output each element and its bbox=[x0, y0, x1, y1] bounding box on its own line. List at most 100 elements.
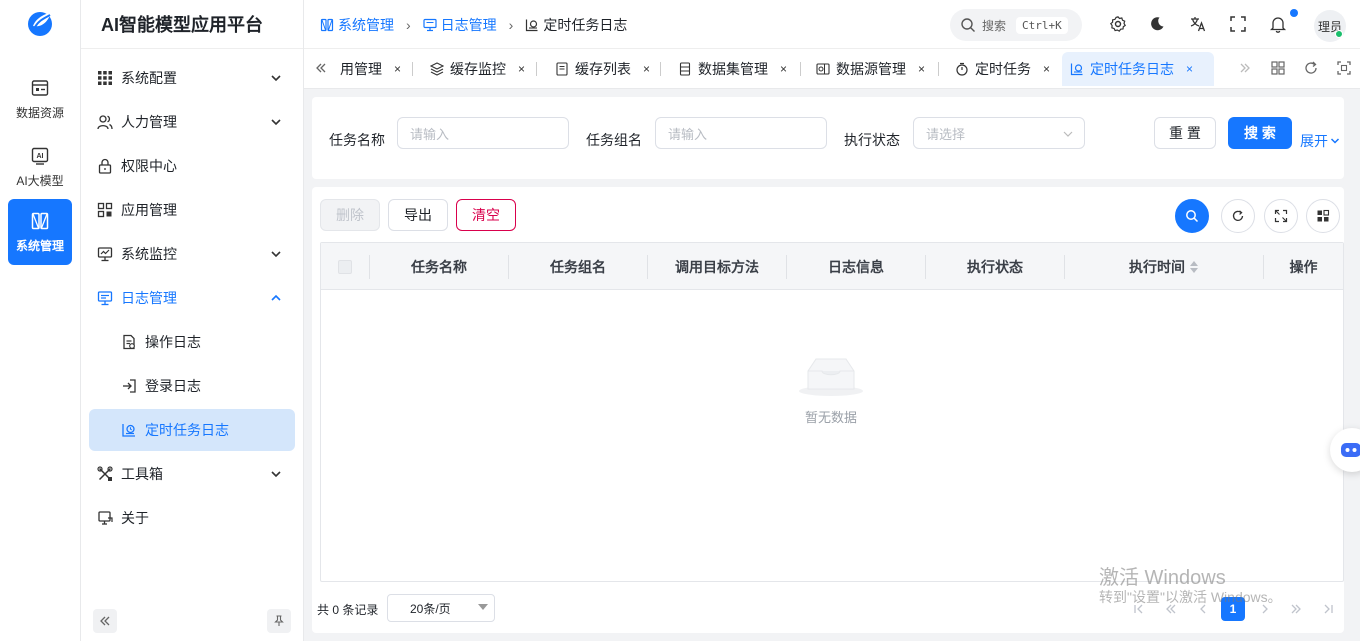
search-button[interactable]: 搜 索 bbox=[1228, 117, 1292, 149]
tabs-scroll-left-icon[interactable] bbox=[313, 60, 329, 76]
task-group-placeholder: 请输入 bbox=[668, 126, 708, 142]
search-icon bbox=[1186, 210, 1199, 223]
filter-form: 任务名称 请输入 任务组名 请输入 执行状态 请选择 重 置 搜 索 展开 bbox=[312, 97, 1344, 179]
tabs-scroll-right-icon[interactable] bbox=[1237, 60, 1253, 76]
tab-close-icon[interactable]: × bbox=[643, 62, 650, 76]
column-header-task-group[interactable]: 任务组名 bbox=[509, 243, 647, 290]
menu-item-schedule-log[interactable]: 定时任务日志 bbox=[89, 409, 295, 451]
refresh-tab-icon[interactable] bbox=[1303, 60, 1319, 76]
menu-item-apps[interactable]: 应用管理 bbox=[89, 189, 295, 231]
column-header-task-name[interactable]: 任务名称 bbox=[370, 243, 508, 290]
clear-button[interactable]: 清空 bbox=[456, 199, 516, 231]
tab-close-icon[interactable]: × bbox=[518, 62, 525, 76]
tab-close-icon[interactable]: × bbox=[1043, 62, 1050, 76]
tabs-overview-icon[interactable] bbox=[1270, 60, 1286, 76]
tab-datasource-management[interactable]: 数据源管理 × bbox=[808, 52, 933, 86]
tab-app-management[interactable]: 用管理 × bbox=[332, 52, 409, 86]
chatbot-icon bbox=[1341, 443, 1360, 457]
fullscreen-icon[interactable] bbox=[1229, 15, 1247, 33]
chevron-down-icon bbox=[1330, 138, 1340, 144]
column-header-invoke-target[interactable]: 调用目标方法 bbox=[648, 243, 786, 290]
menu-item-system-config[interactable]: 系统配置 bbox=[89, 57, 295, 99]
task-name-label: 任务名称 bbox=[329, 132, 385, 148]
rail-label: 系统管理 bbox=[15, 238, 64, 253]
menu-label: 应用管理 bbox=[121, 202, 177, 218]
menu-item-system-monitor[interactable]: 系统监控 bbox=[89, 233, 295, 275]
menu-item-hr[interactable]: 人力管理 bbox=[89, 101, 295, 143]
tab-label: 定时任务 bbox=[975, 61, 1031, 77]
search-label: 搜索 bbox=[982, 18, 1007, 33]
schedule-log-icon bbox=[122, 424, 135, 437]
column-header-label: 执行时间 bbox=[1129, 258, 1185, 275]
tab-dataset-management[interactable]: 数据集管理 × bbox=[670, 52, 795, 86]
dark-mode-moon-icon[interactable] bbox=[1148, 15, 1166, 33]
status-select[interactable]: 请选择 bbox=[913, 117, 1085, 149]
page-size-select[interactable]: 20条/页 bbox=[387, 594, 495, 622]
column-settings-button[interactable] bbox=[1306, 199, 1340, 233]
menu-item-permissions[interactable]: 权限中心 bbox=[89, 145, 295, 187]
windows-activation-hint: 转到"设置"以激活 Windows。 bbox=[1099, 589, 1282, 605]
settings-gear-icon[interactable] bbox=[1109, 15, 1127, 33]
rail-item-system-management[interactable]: 系统管理 bbox=[8, 199, 72, 265]
column-header-log-message[interactable]: 日志信息 bbox=[787, 243, 925, 290]
column-header-status[interactable]: 执行状态 bbox=[926, 243, 1064, 290]
tab-close-icon[interactable]: × bbox=[1186, 62, 1193, 76]
notification-bell-icon[interactable] bbox=[1269, 15, 1287, 33]
global-search[interactable]: 搜索 Ctrl+K bbox=[950, 9, 1082, 41]
menu-label: 系统监控 bbox=[121, 246, 177, 262]
layers-icon bbox=[430, 62, 444, 76]
expand-filter-button[interactable]: 展开 bbox=[1300, 131, 1340, 151]
pin-sidebar-button[interactable] bbox=[267, 609, 291, 633]
grid-icon bbox=[98, 71, 112, 85]
reset-button[interactable]: 重 置 bbox=[1154, 117, 1216, 149]
rail-item-ai-model[interactable]: AI AI大模型 bbox=[8, 134, 72, 200]
maximize-content-icon[interactable] bbox=[1336, 60, 1352, 76]
menu-label: 定时任务日志 bbox=[145, 422, 229, 438]
delete-button[interactable]: 删除 bbox=[320, 199, 380, 231]
empty-box-icon bbox=[799, 358, 863, 396]
next-group-button[interactable] bbox=[1284, 597, 1308, 621]
tools-icon bbox=[97, 466, 113, 481]
tab-cache-monitor[interactable]: 缓存监控 × bbox=[422, 52, 533, 86]
last-page-button[interactable] bbox=[1316, 597, 1340, 621]
tab-scheduled-tasks[interactable]: 定时任务 × bbox=[947, 52, 1058, 86]
sort-icon[interactable] bbox=[1189, 259, 1199, 275]
chevron-up-icon bbox=[271, 294, 281, 301]
tab-schedule-log[interactable]: 定时任务日志 × bbox=[1062, 52, 1214, 86]
tab-label: 数据源管理 bbox=[836, 61, 906, 77]
tab-close-icon[interactable]: × bbox=[394, 62, 401, 76]
chevron-down-icon bbox=[1063, 131, 1073, 137]
menu-label: 工具箱 bbox=[121, 466, 163, 482]
chevron-down-icon bbox=[271, 471, 281, 478]
tab-close-icon[interactable]: × bbox=[918, 62, 925, 76]
rail-label: AI大模型 bbox=[16, 173, 64, 188]
tab-close-icon[interactable]: × bbox=[780, 62, 787, 76]
export-button[interactable]: 导出 bbox=[388, 199, 448, 231]
column-header-exec-time[interactable]: 执行时间 bbox=[1065, 243, 1263, 290]
fullscreen-table-button[interactable] bbox=[1264, 199, 1298, 233]
collapse-sidebar-button[interactable] bbox=[93, 609, 117, 633]
tab-label: 缓存监控 bbox=[450, 61, 506, 77]
column-header-actions: 操作 bbox=[1289, 258, 1318, 275]
menu-item-log-management[interactable]: 日志管理 bbox=[89, 277, 295, 319]
tab-cache-list[interactable]: 缓存列表 × bbox=[547, 52, 658, 86]
app-title: AI智能模型应用平台 bbox=[81, 0, 303, 49]
database-icon bbox=[31, 79, 49, 96]
select-all-checkbox[interactable] bbox=[338, 260, 352, 274]
breadcrumb-item-system[interactable]: 系统管理 bbox=[320, 15, 394, 35]
task-group-input[interactable]: 请输入 bbox=[655, 117, 827, 149]
tab-label: 定时任务日志 bbox=[1090, 61, 1174, 77]
menu-item-toolbox[interactable]: 工具箱 bbox=[89, 453, 295, 495]
rail-item-data-resources[interactable]: 数据资源 bbox=[8, 66, 72, 132]
breadcrumb-separator-icon: › bbox=[406, 16, 411, 33]
menu-item-about[interactable]: 关于 bbox=[89, 497, 295, 539]
rail-label: 数据资源 bbox=[15, 105, 64, 120]
menu-item-login-log[interactable]: 登录日志 bbox=[89, 365, 295, 407]
breadcrumb-item-log[interactable]: 日志管理 bbox=[423, 15, 497, 35]
translate-icon[interactable] bbox=[1189, 15, 1207, 33]
chevron-down-icon bbox=[271, 251, 281, 258]
toggle-search-button[interactable] bbox=[1175, 199, 1209, 233]
task-name-input[interactable]: 请输入 bbox=[397, 117, 569, 149]
refresh-button[interactable] bbox=[1221, 199, 1255, 233]
menu-item-operation-log[interactable]: 操作日志 bbox=[89, 321, 295, 363]
